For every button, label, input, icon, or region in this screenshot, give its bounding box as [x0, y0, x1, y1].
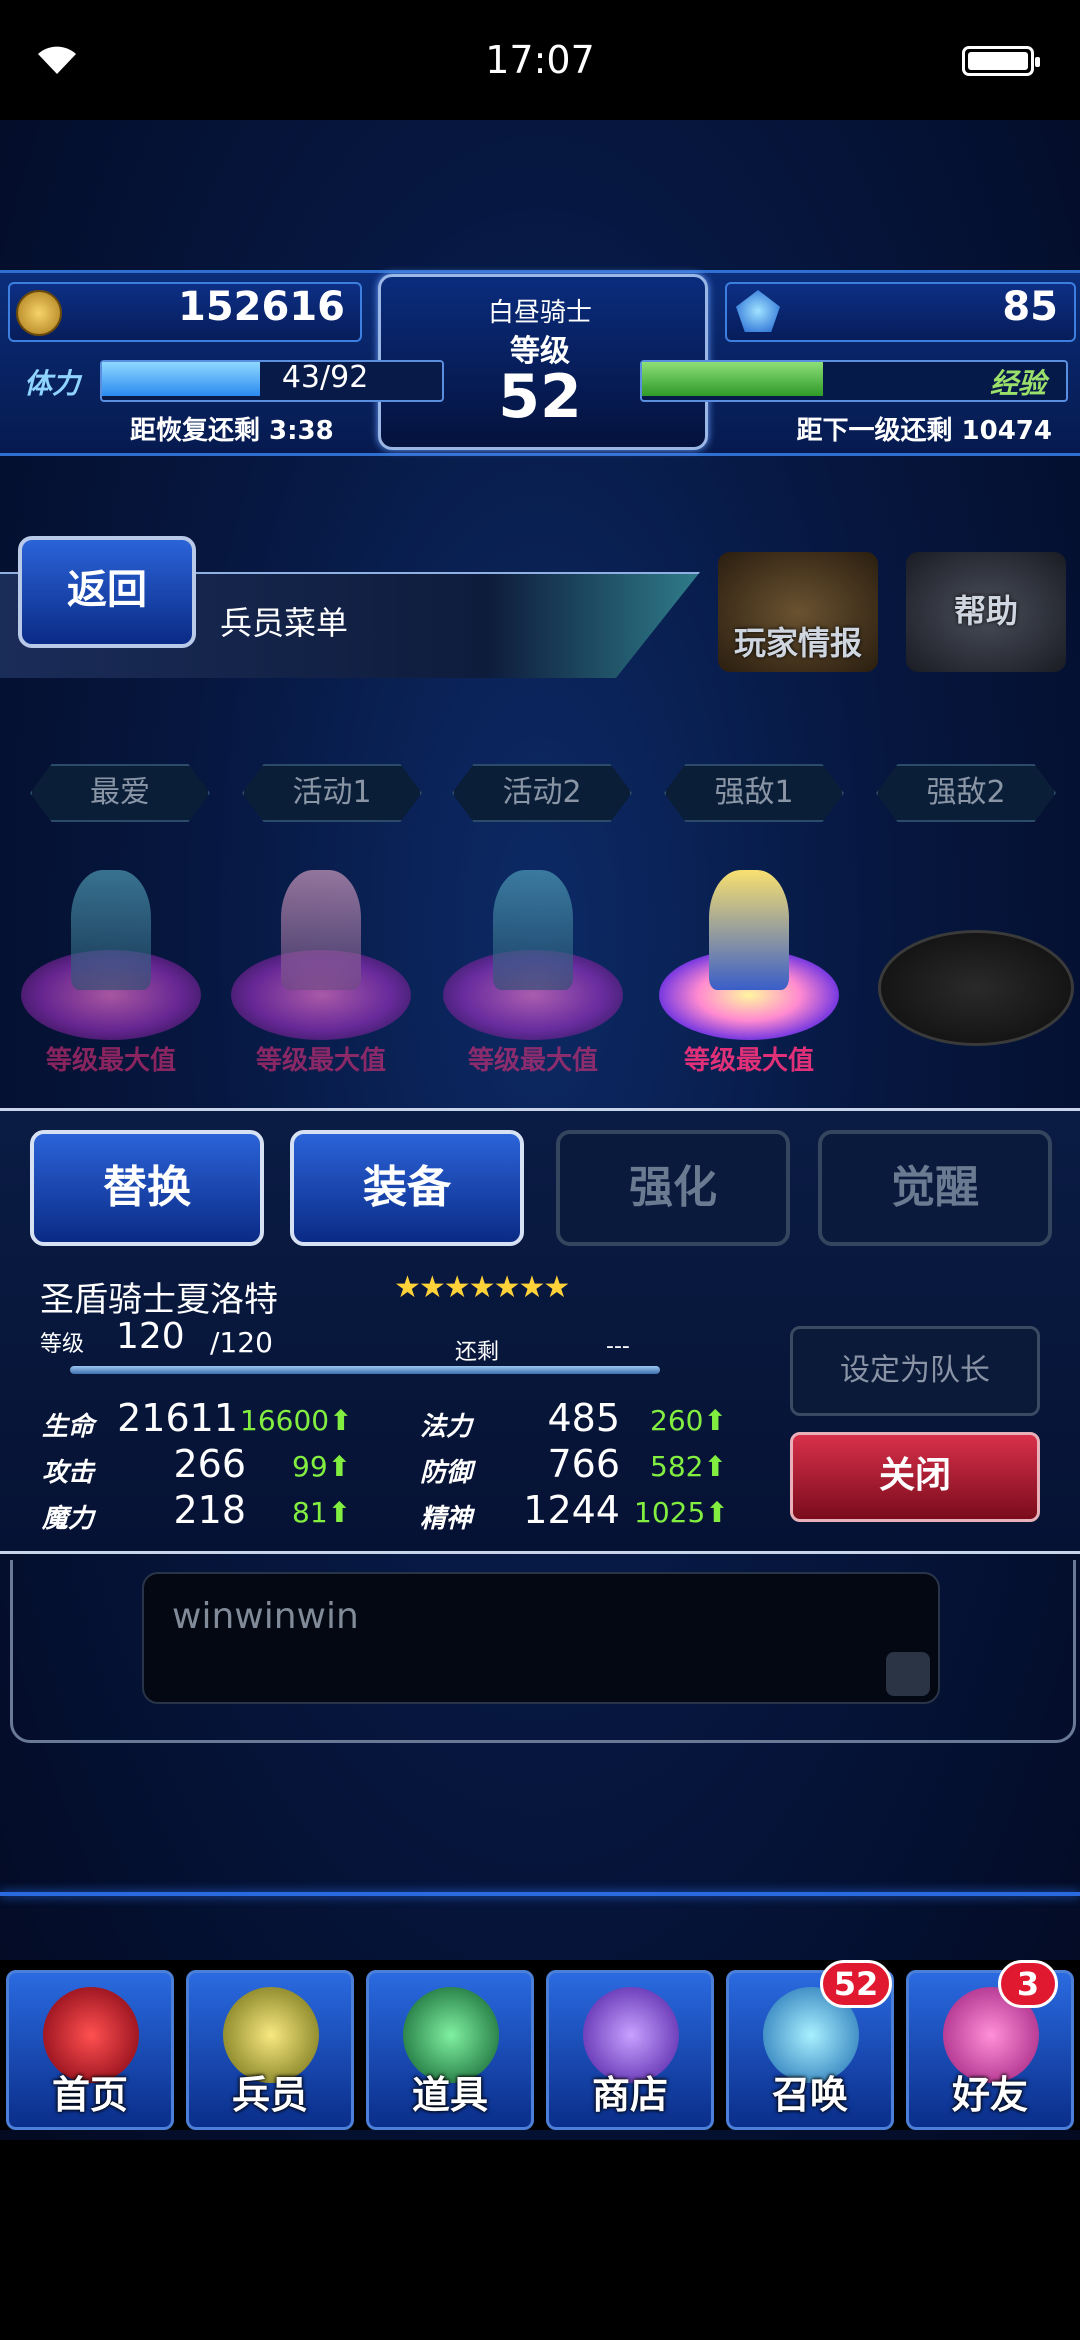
- party-unit-slot-1[interactable]: [16, 860, 206, 1040]
- menu-title: 兵员菜单: [220, 604, 349, 642]
- swap-button[interactable]: 替换: [30, 1130, 264, 1246]
- stat-bonus-mag: 81⬆: [292, 1496, 352, 1529]
- stat-label-atk: 攻击: [42, 1458, 95, 1488]
- exp-remain-value: ---: [606, 1334, 630, 1359]
- unit-max-level-label: 等级最大值: [467, 1046, 598, 1076]
- edit-quill-icon[interactable]: [886, 1652, 930, 1696]
- party-unit-slot-2[interactable]: [226, 860, 416, 1040]
- gem-amount: 85: [1002, 284, 1058, 330]
- player-title: 白昼骑士: [487, 298, 592, 328]
- gold-amount: 152616: [178, 284, 345, 330]
- exp-remain-label: 还剩: [455, 1340, 500, 1365]
- tab-boss-2[interactable]: 强敌2: [876, 764, 1056, 822]
- wifi-icon: [38, 46, 76, 74]
- stat-value-def: 766: [547, 1442, 620, 1486]
- stat-label-spr: 精神: [420, 1504, 473, 1534]
- stat-bonus-hp: 16600⬆: [240, 1404, 353, 1437]
- stamina-max: /92: [320, 360, 369, 395]
- summon-badge: 52: [820, 1960, 892, 2008]
- stat-bonus-def: 582⬆: [650, 1450, 727, 1483]
- battery-icon: [962, 46, 1040, 76]
- stat-value-mag: 218: [173, 1488, 246, 1532]
- party-unit-slot-3[interactable]: [438, 860, 628, 1040]
- stat-label-mag: 魔力: [42, 1504, 95, 1534]
- stat-value-atk: 266: [173, 1442, 246, 1486]
- nav-home-button[interactable]: 首页: [6, 1970, 174, 2130]
- nav-friends-label: 好友: [951, 2073, 1028, 2117]
- enhance-button[interactable]: 强化: [556, 1130, 790, 1246]
- stamina-recover-timer: 距恢复还剩 3:38: [130, 416, 334, 446]
- player-info-label: 玩家情报: [733, 624, 862, 662]
- stat-bonus-mp: 260⬆: [650, 1404, 727, 1437]
- exp-label: 经验: [990, 367, 1047, 400]
- stat-value-spr: 1244: [523, 1488, 620, 1532]
- help-button[interactable]: 帮助: [906, 552, 1066, 672]
- nav-home-label: 首页: [51, 2073, 128, 2117]
- tab-event-1[interactable]: 活动1: [242, 764, 422, 822]
- nav-shop-label: 商店: [591, 2073, 668, 2117]
- stat-label-hp: 生命: [42, 1412, 95, 1442]
- unit-level-max: /120: [210, 1326, 273, 1359]
- comment-box[interactable]: [142, 1572, 940, 1704]
- stat-bonus-spr: 1025⬆: [634, 1496, 729, 1529]
- stat-label-mp: 法力: [420, 1412, 473, 1442]
- back-button[interactable]: 返回: [18, 536, 196, 648]
- nav-summon-label: 召唤: [771, 2073, 848, 2117]
- party-unit-slot-5-empty[interactable]: [878, 930, 1074, 1046]
- nav-items-button[interactable]: 道具: [366, 1970, 534, 2130]
- stat-value-hp: 21611: [117, 1396, 238, 1440]
- unit-name: 圣盾骑士夏洛特: [40, 1280, 278, 1320]
- tab-event-2[interactable]: 活动2: [452, 764, 632, 822]
- nav-shop-button[interactable]: 商店: [546, 1970, 714, 2130]
- friends-badge: 3: [998, 1960, 1058, 2008]
- stat-value-mp: 485: [547, 1396, 620, 1440]
- close-button[interactable]: 关闭: [790, 1432, 1040, 1522]
- unit-level: 120: [116, 1316, 185, 1357]
- equip-button[interactable]: 装备: [290, 1130, 524, 1246]
- nav-items-label: 道具: [411, 2073, 488, 2117]
- clock: 17:07: [485, 38, 595, 82]
- nav-units-button[interactable]: 兵员: [186, 1970, 354, 2130]
- unit-level-label: 等级: [40, 1332, 85, 1357]
- bottom-nav-divider: [0, 1892, 1080, 1896]
- awaken-button[interactable]: 觉醒: [818, 1130, 1052, 1246]
- exp-bar-fill: [642, 362, 823, 396]
- stat-label-def: 防御: [420, 1458, 473, 1488]
- stat-bonus-atk: 99⬆: [292, 1450, 352, 1483]
- party-unit-slot-4-selected[interactable]: [654, 860, 844, 1040]
- unit-max-level-label: 等级最大值: [683, 1046, 814, 1076]
- stamina-label: 体力: [24, 367, 81, 400]
- gil-coin-icon: [16, 290, 62, 336]
- set-leader-button[interactable]: 设定为队长: [790, 1326, 1040, 1416]
- tab-boss-1[interactable]: 强敌1: [664, 764, 844, 822]
- stamina-current: 43: [281, 360, 320, 395]
- unit-max-level-label: 等级最大值: [45, 1046, 176, 1076]
- help-label: 帮助: [953, 592, 1018, 630]
- player-info-button[interactable]: 玩家情报: [718, 552, 878, 672]
- unit-exp-bar: [70, 1366, 660, 1374]
- nav-units-label: 兵员: [231, 2073, 308, 2117]
- next-level-text: 距下一级还剩 10474: [796, 416, 1052, 446]
- comment-text: winwinwin: [172, 1596, 359, 1637]
- unit-max-level-label: 等级最大值: [255, 1046, 386, 1076]
- tab-favorites[interactable]: 最爱: [30, 764, 210, 822]
- rarity-stars: ★★★★★★★: [394, 1270, 570, 1305]
